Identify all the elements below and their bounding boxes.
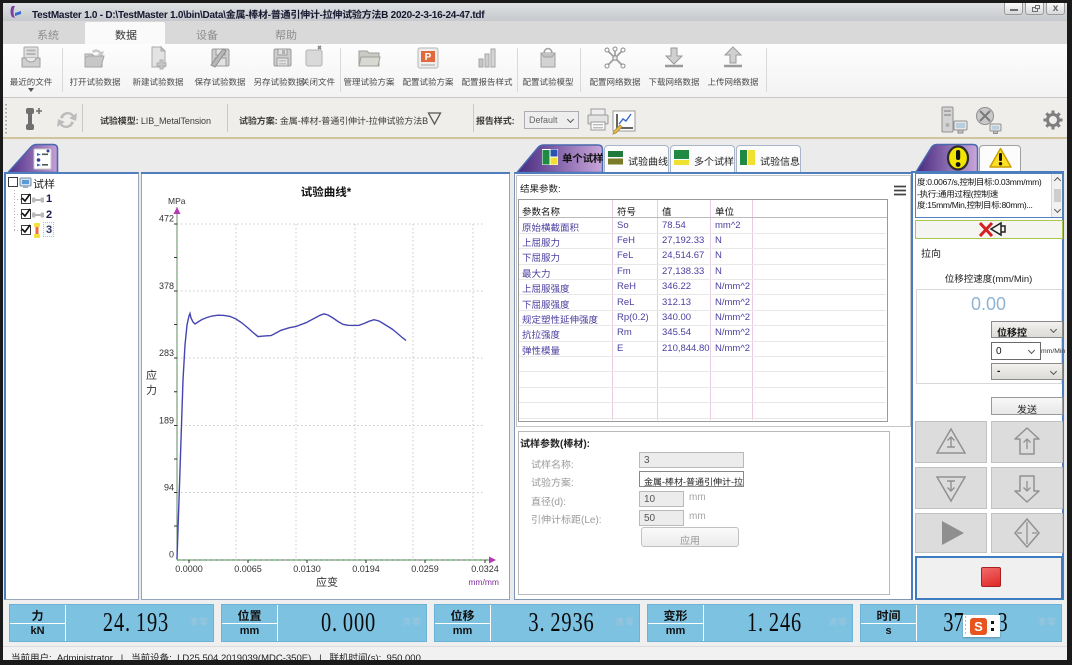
svg-text:378: 378: [159, 281, 174, 291]
svg-text:MPa: MPa: [168, 196, 186, 206]
svg-text:0.0259: 0.0259: [411, 564, 439, 574]
svg-text:94: 94: [164, 483, 174, 493]
svg-text:472: 472: [159, 214, 174, 224]
svg-text:mm/mm: mm/mm: [468, 577, 499, 587]
svg-text:0: 0: [169, 550, 174, 560]
svg-text:0.0324: 0.0324: [471, 564, 499, 574]
svg-text:应变: 应变: [316, 576, 338, 589]
svg-text:0.0130: 0.0130: [293, 564, 321, 574]
svg-text:P: P: [425, 52, 432, 63]
svg-text:0.0194: 0.0194: [352, 564, 380, 574]
svg-text:力: 力: [146, 384, 157, 397]
svg-text:189: 189: [159, 416, 174, 426]
svg-text:0.0065: 0.0065: [234, 564, 262, 574]
svg-text:试验曲线*: 试验曲线*: [301, 186, 352, 199]
svg-text:应: 应: [146, 369, 157, 382]
svg-text:283: 283: [159, 348, 174, 358]
svg-text:0.0000: 0.0000: [175, 564, 203, 574]
